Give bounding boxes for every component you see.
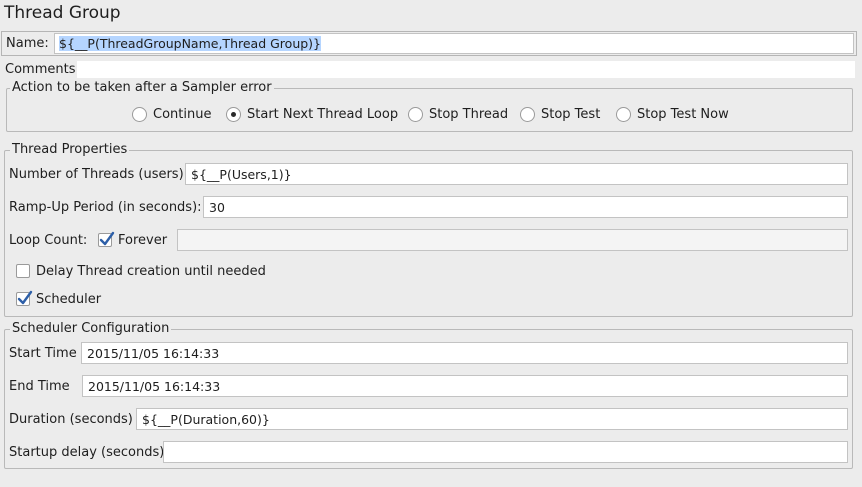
checkmark-icon	[17, 290, 33, 305]
start-time-label: Start Time	[9, 346, 77, 361]
radio-continue-circle[interactable]	[132, 107, 147, 122]
thread-properties-legend: Thread Properties	[10, 142, 130, 157]
name-input[interactable]: ${__P(ThreadGroupName,Thread Group)}	[54, 33, 854, 54]
sampler-error-legend: Action to be taken after a Sampler error	[10, 80, 274, 95]
radio-stop-test-circle[interactable]	[520, 107, 535, 122]
radio-stop-test-label: Stop Test	[541, 107, 601, 122]
radio-start-next-thread-loop-circle[interactable]	[226, 107, 241, 122]
radio-start-next-thread-loop-label: Start Next Thread Loop	[247, 107, 399, 122]
num-threads-input[interactable]: ${__P(Users,1)}	[185, 163, 848, 185]
loop-count-label: Loop Count:	[9, 233, 88, 248]
end-time-input[interactable]: 2015/11/05 16:14:33	[82, 375, 848, 397]
num-threads-label: Number of Threads (users):	[9, 167, 189, 182]
name-label: Name:	[6, 36, 49, 51]
radio-continue[interactable]: Continue	[132, 107, 211, 122]
ramp-up-input[interactable]: 30	[203, 196, 848, 218]
startup-delay-label: Startup delay (seconds)	[9, 445, 165, 460]
checkmark-icon	[99, 231, 115, 246]
scheduler-label: Scheduler	[36, 292, 102, 307]
forever-label: Forever	[118, 233, 168, 248]
radio-stop-test-now-circle[interactable]	[616, 107, 631, 122]
start-time-input[interactable]: 2015/11/05 16:14:33	[81, 342, 848, 364]
radio-stop-thread[interactable]: Stop Thread	[408, 107, 508, 122]
radio-stop-thread-label: Stop Thread	[429, 107, 509, 122]
duration-label: Duration (seconds)	[9, 412, 133, 427]
radio-stop-test[interactable]: Stop Test	[520, 107, 600, 122]
ramp-up-label: Ramp-Up Period (in seconds):	[9, 200, 202, 215]
delay-creation-label: Delay Thread creation until needed	[36, 264, 266, 279]
page-title: Thread Group	[4, 3, 121, 23]
radio-stop-test-now-label: Stop Test Now	[637, 107, 729, 122]
radio-continue-label: Continue	[153, 107, 212, 122]
duration-input[interactable]: ${__P(Duration,60)}	[136, 408, 848, 430]
radio-start-next-thread-loop[interactable]: Start Next Thread Loop	[226, 107, 398, 122]
startup-delay-input[interactable]	[163, 441, 848, 463]
loop-count-input[interactable]	[177, 229, 848, 251]
name-input-value: ${__P(ThreadGroupName,Thread Group)}	[59, 36, 321, 51]
name-row: Name: ${__P(ThreadGroupName,Thread Group…	[1, 31, 857, 56]
radio-stop-test-now[interactable]: Stop Test Now	[616, 107, 729, 122]
radio-stop-thread-circle[interactable]	[408, 107, 423, 122]
comments-label: Comments:	[5, 62, 80, 77]
comments-input[interactable]	[77, 61, 855, 78]
scheduler-checkbox[interactable]	[16, 290, 33, 306]
comments-row: Comments:	[1, 61, 857, 78]
scheduler-config-legend: Scheduler Configuration	[10, 321, 172, 336]
forever-checkbox[interactable]	[98, 231, 115, 247]
end-time-label: End Time	[9, 379, 70, 394]
delay-creation-checkbox[interactable]	[16, 264, 30, 278]
